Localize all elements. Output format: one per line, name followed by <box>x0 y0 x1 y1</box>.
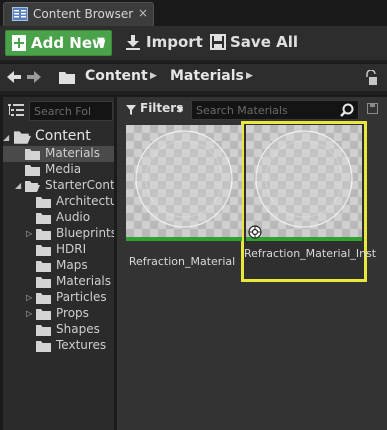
tree-item-textures[interactable]: Textures <box>3 338 114 354</box>
tree-item-startercontent[interactable]: ◢ StarterContent <box>3 178 114 194</box>
save-all-label: Save All <box>230 33 298 51</box>
tree-item-label: Maps <box>56 258 88 272</box>
path-bar: Content ▶ Materials ▶ <box>0 63 387 91</box>
folder-search-field[interactable] <box>29 101 113 121</box>
collapsed-arrow-icon[interactable]: ▷ <box>26 229 32 238</box>
folder-icon <box>36 213 51 224</box>
tree-item-label: Materials <box>56 274 112 288</box>
close-icon[interactable]: × <box>138 6 148 20</box>
tree-item-label: Props <box>56 306 89 320</box>
folder-icon[interactable] <box>59 70 75 84</box>
funnel-icon <box>126 105 136 115</box>
folder-icon <box>36 245 51 256</box>
magnifier-icon[interactable] <box>340 103 354 117</box>
asset-search-field[interactable] <box>191 100 359 120</box>
floppy-disk-icon <box>210 34 226 50</box>
breadcrumb-materials[interactable]: Materials <box>170 68 244 84</box>
tree-item-media[interactable]: Media <box>3 162 114 178</box>
material-sphere-thumbnail <box>246 125 362 237</box>
add-new-button[interactable]: Add New ▼ <box>5 30 112 56</box>
folder-icon <box>36 293 51 304</box>
tree-item-particles[interactable]: ▷ Particles <box>3 290 114 306</box>
breadcrumb-separator-icon[interactable]: ▶ <box>246 71 253 81</box>
material-instance-icon <box>248 225 262 239</box>
tree-item-label: Audio <box>56 210 91 224</box>
download-icon <box>126 35 140 50</box>
folder-open-icon <box>25 181 40 192</box>
folder-search-input[interactable] <box>34 104 112 119</box>
tree-item-audio[interactable]: Audio <box>3 210 114 226</box>
breadcrumb-content[interactable]: Content <box>85 68 148 84</box>
tree-item-blueprints[interactable]: ▷ Blueprints <box>3 226 114 242</box>
tree-item-label: Materials <box>45 146 101 160</box>
folder-icon <box>36 277 51 288</box>
arrow-right-icon[interactable] <box>27 70 41 84</box>
asset-search-input[interactable] <box>196 103 336 118</box>
content-browser-icon <box>12 7 28 21</box>
tree-item-materials[interactable]: Materials <box>3 274 114 290</box>
save-all-button[interactable]: Save All <box>206 30 298 56</box>
tree-item-content[interactable]: ◢ Content <box>3 128 114 146</box>
collapsed-arrow-icon[interactable]: ▷ <box>26 309 32 318</box>
folder-icon <box>36 341 51 352</box>
tree-item-label: Shapes <box>56 322 100 336</box>
import-button[interactable]: Import <box>122 30 203 56</box>
folder-icon <box>36 325 51 336</box>
chevron-down-icon: ▼ <box>177 105 184 114</box>
asset-tile-refraction-material[interactable] <box>126 125 242 241</box>
folder-icon <box>36 261 51 272</box>
tree-item-label: Blueprints <box>56 226 114 240</box>
tree-item-label: Content <box>35 128 91 144</box>
filters-button[interactable]: Filters ▼ <box>121 100 187 120</box>
chevron-down-icon: ▼ <box>97 36 105 47</box>
breadcrumb-separator-icon[interactable]: ▶ <box>150 71 157 81</box>
add-new-label: Add New <box>31 34 106 52</box>
tree-item-label: HDRI <box>56 242 87 256</box>
tree-item-label: Particles <box>56 290 107 304</box>
tree-item-materials[interactable]: Materials <box>3 146 114 162</box>
tree-item-hdri[interactable]: HDRI <box>3 242 114 258</box>
tab-content-browser[interactable]: Content Browser × <box>3 2 154 26</box>
expanded-arrow-icon[interactable]: ◢ <box>15 181 21 190</box>
toolbar: Add New ▼ Import Save All <box>0 26 387 60</box>
arrow-left-icon[interactable] <box>7 70 21 84</box>
asset-type-bar <box>246 237 362 241</box>
tree-item-label: StarterContent <box>45 178 114 192</box>
import-label: Import <box>146 33 203 51</box>
tree-item-maps[interactable]: Maps <box>3 258 114 274</box>
material-sphere-thumbnail <box>126 125 242 237</box>
folder-open-icon <box>14 131 31 144</box>
sources-panel-toggle-icon[interactable] <box>8 103 24 119</box>
folder-icon <box>25 165 40 176</box>
folder-icon <box>25 149 40 160</box>
tree-item-label: Media <box>45 162 82 176</box>
tree-item-props[interactable]: ▷ Props <box>3 306 114 322</box>
save-search-icon[interactable] <box>367 103 378 114</box>
tree-item-shapes[interactable]: Shapes <box>3 322 114 338</box>
asset-name: Refraction_Material_Inst <box>244 247 377 260</box>
folder-icon <box>36 229 51 240</box>
collapsed-arrow-icon[interactable]: ▷ <box>26 293 32 302</box>
asset-tile-refraction-material-inst[interactable] <box>246 125 362 241</box>
lock-icon[interactable] <box>365 70 377 86</box>
document-plus-icon <box>12 35 26 51</box>
tab-bar: Content Browser × <box>0 0 387 26</box>
tree-item-architecture[interactable]: Architecture <box>3 194 114 210</box>
asset-name: Refraction_Material <box>128 255 236 268</box>
tree-item-label: Architecture <box>56 194 114 208</box>
folder-icon <box>36 309 51 320</box>
tree-item-label: Textures <box>56 338 107 352</box>
asset-type-bar <box>126 237 242 241</box>
folder-icon <box>36 197 51 208</box>
tab-title: Content Browser <box>33 7 134 21</box>
expanded-arrow-icon[interactable]: ◢ <box>3 133 9 142</box>
